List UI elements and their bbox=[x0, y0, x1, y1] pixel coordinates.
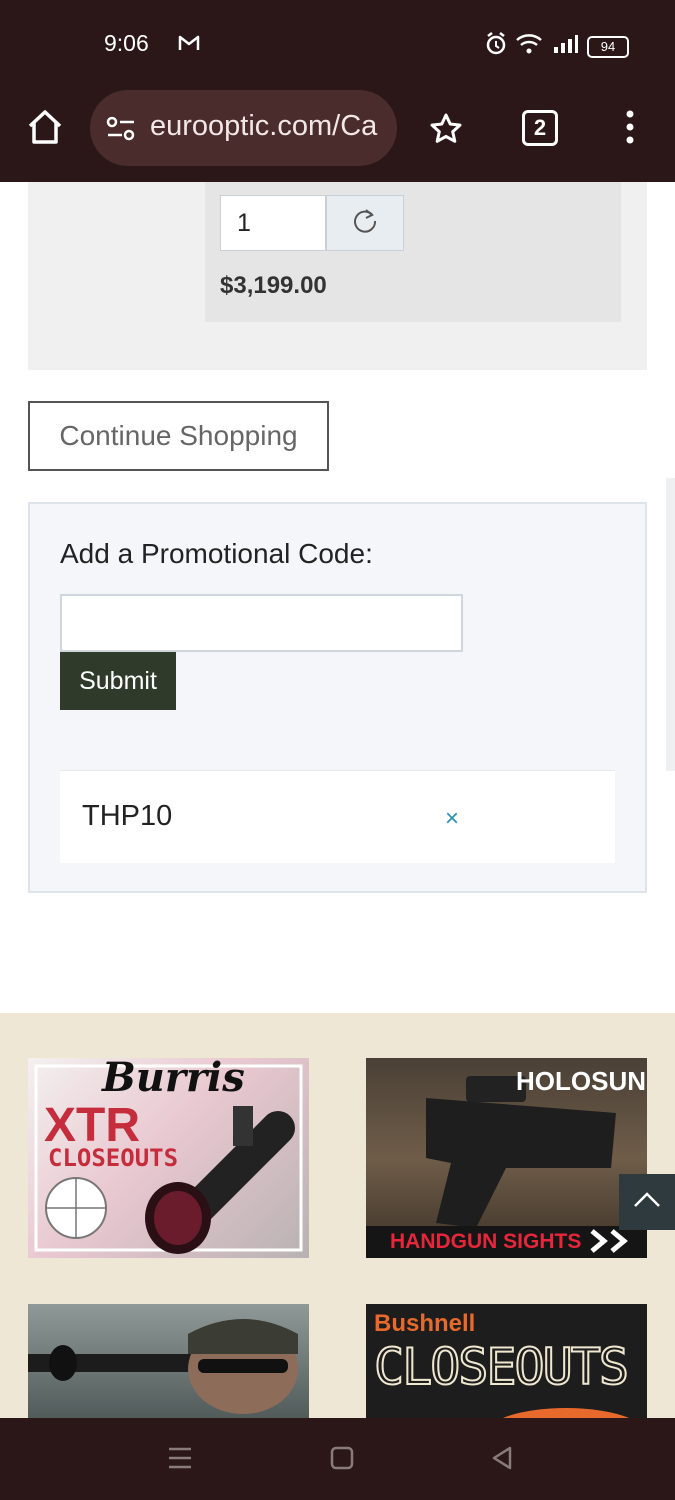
update-quantity-button[interactable] bbox=[326, 195, 404, 251]
home-icon[interactable] bbox=[26, 108, 64, 151]
wifi-icon bbox=[515, 33, 545, 60]
applied-promo-code-text: THP10 bbox=[82, 800, 173, 832]
chevron-right-icon bbox=[588, 1228, 638, 1258]
tab-switcher-button[interactable]: 2 bbox=[522, 110, 558, 146]
bushnell-closeouts-banner[interactable]: Bushnell CLOSEOUTS bbox=[366, 1304, 647, 1418]
bookmark-star-icon[interactable] bbox=[429, 112, 463, 151]
holosun-handgun-sights-banner[interactable]: HOLOSUN HANDGUN SIGHTS bbox=[366, 1058, 647, 1258]
gmail-icon bbox=[178, 34, 200, 57]
status-icons: 94 bbox=[485, 32, 629, 61]
continue-shopping-button[interactable]: Continue Shopping bbox=[28, 401, 329, 471]
site-settings-icon[interactable] bbox=[106, 116, 136, 147]
browser-toolbar: eurooptic.com/Ca 2 bbox=[0, 90, 675, 182]
holosun-logo: HOLOSUN bbox=[516, 1066, 646, 1096]
promo-code-input[interactable] bbox=[60, 594, 463, 652]
tab-count: 2 bbox=[533, 115, 547, 140]
burris-closeouts-text: CLOSEOUTS bbox=[48, 1144, 179, 1172]
home-nav-icon[interactable] bbox=[330, 1446, 354, 1475]
alarm-icon bbox=[485, 32, 507, 61]
burris-closeouts-banner[interactable]: Burris XTR CLOSEOUTS bbox=[28, 1058, 309, 1258]
item-price: $3,199.00 bbox=[220, 272, 327, 299]
quantity-input[interactable]: 1 bbox=[220, 195, 326, 251]
remove-promo-code-button[interactable]: × bbox=[445, 805, 459, 833]
more-menu-icon[interactable] bbox=[624, 110, 636, 149]
tactical-scope-banner[interactable] bbox=[28, 1304, 309, 1418]
url-text[interactable]: eurooptic.com/Ca bbox=[150, 110, 385, 143]
recent-apps-icon[interactable] bbox=[168, 1446, 192, 1475]
signal-icon bbox=[553, 34, 579, 59]
status-bar: 9:06 94 bbox=[0, 0, 675, 90]
bushnell-closeouts-text: CLOSEOUTS bbox=[373, 1337, 630, 1397]
bushnell-logo: Bushnell bbox=[374, 1310, 476, 1337]
burris-logo: Burris bbox=[102, 1058, 245, 1101]
system-navigation-bar bbox=[0, 1418, 675, 1500]
scroll-to-top-button[interactable] bbox=[619, 1174, 675, 1230]
battery-level: 94 bbox=[600, 39, 616, 54]
battery-icon: 94 bbox=[587, 35, 629, 58]
status-time: 9:06 bbox=[104, 30, 149, 56]
back-icon[interactable] bbox=[490, 1446, 514, 1475]
chevron-up-icon bbox=[632, 1191, 662, 1214]
promo-code-heading: Add a Promotional Code: bbox=[60, 538, 373, 569]
holosun-caption: HANDGUN SIGHTS bbox=[390, 1230, 582, 1253]
refresh-icon bbox=[352, 208, 378, 239]
submit-promo-button[interactable]: Submit bbox=[60, 652, 176, 710]
scrollbar[interactable] bbox=[666, 478, 675, 771]
